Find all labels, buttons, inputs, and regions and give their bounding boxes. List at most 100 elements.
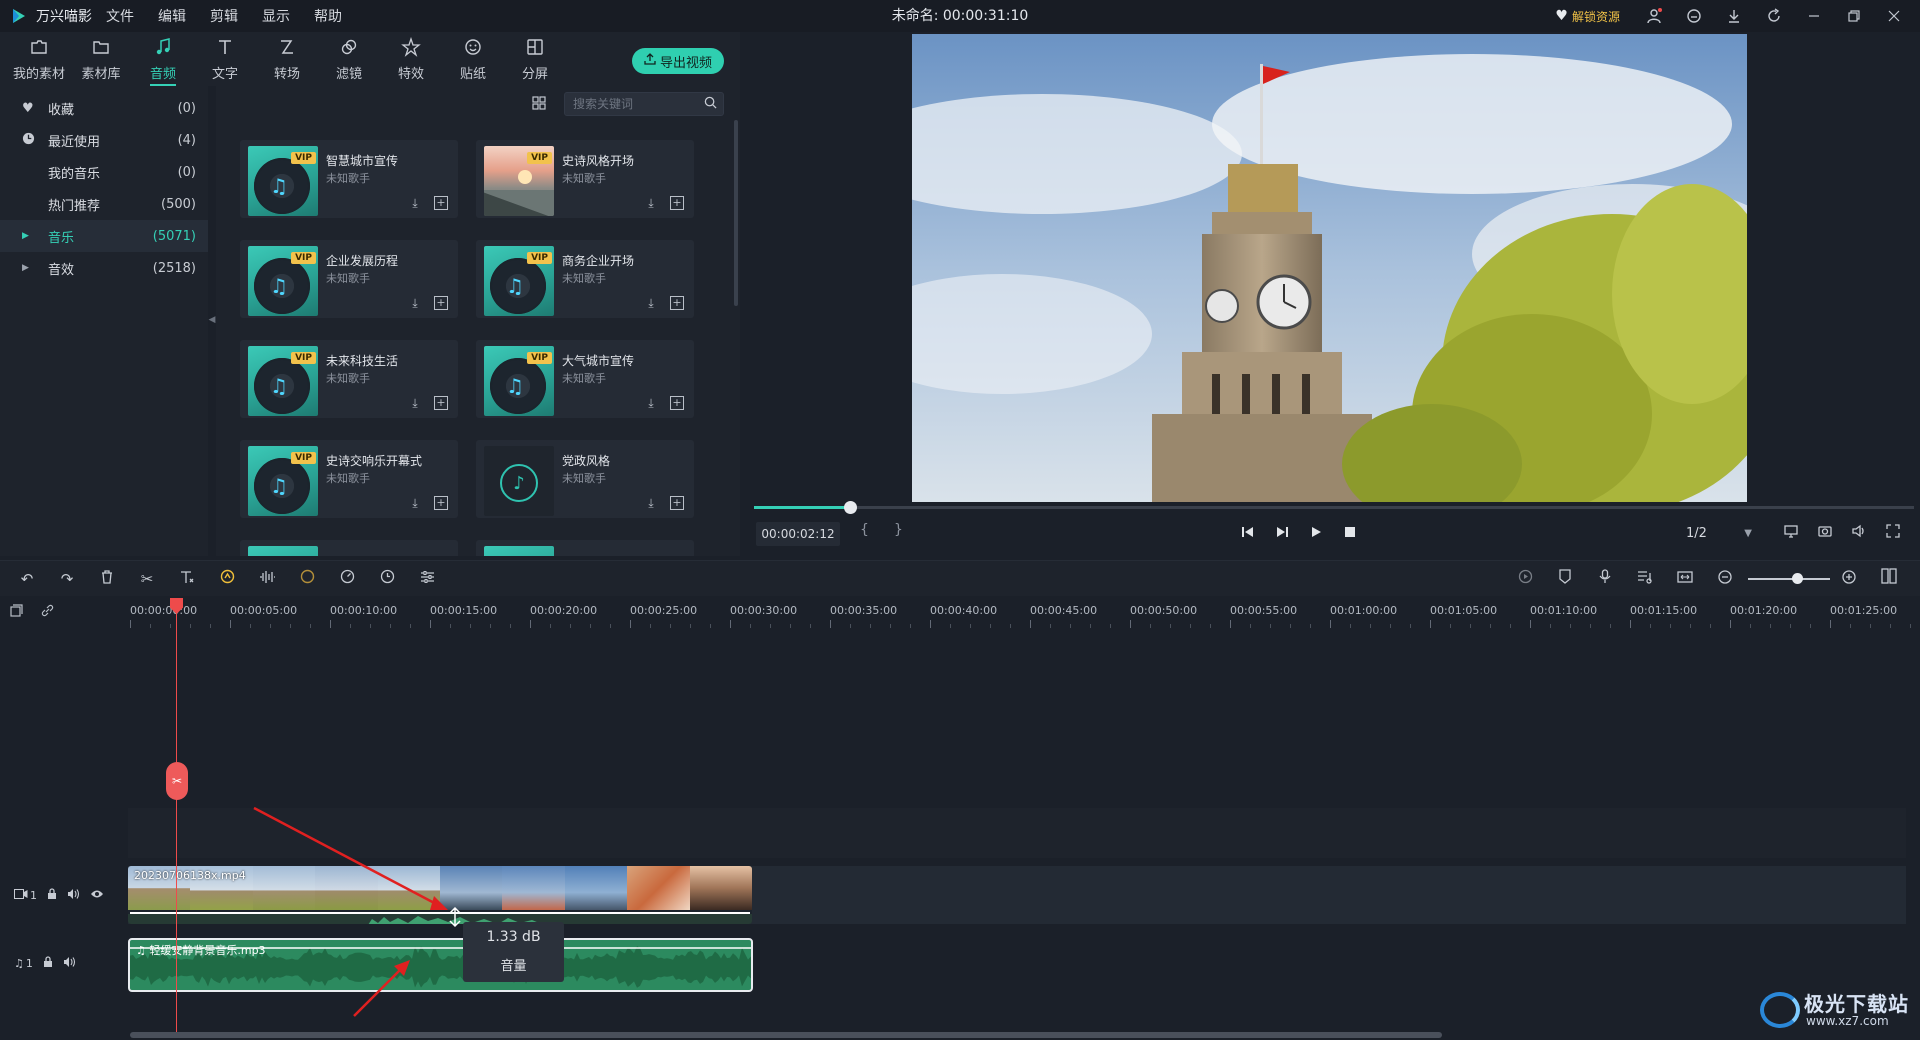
expand-arrow-icon[interactable]: ▶ (22, 231, 48, 241)
undo-icon[interactable]: ↶ (14, 567, 40, 591)
download-icon[interactable]: ⤓ (408, 496, 422, 510)
library-scrollbar[interactable] (734, 120, 738, 306)
category-recent[interactable]: 最近使用 (4) (0, 124, 208, 156)
tab-filter[interactable]: 滤镜 (318, 32, 380, 86)
expand-arrow-icon[interactable]: ▶ (22, 263, 48, 273)
download-icon[interactable]: ⤓ (644, 296, 658, 310)
render-icon[interactable] (1512, 567, 1538, 591)
duration-icon[interactable] (374, 567, 400, 591)
tab-transition[interactable]: 转场 (256, 32, 318, 86)
refresh-icon[interactable] (1756, 0, 1792, 32)
unlock-resources-button[interactable]: ♥ 解锁资源 (1555, 8, 1620, 25)
tab-effects[interactable]: 特效 (380, 32, 442, 86)
panel-layout-icon[interactable] (1876, 567, 1902, 591)
previous-frame-icon[interactable] (1236, 522, 1260, 546)
zoom-in-icon[interactable] (1836, 567, 1862, 591)
timeline-ruler[interactable]: 00:00:00:00 00:00:05:00 00:00:10:00 00:00:1… (0, 598, 1920, 628)
menu-file[interactable]: 文件 (106, 6, 134, 26)
audio-card[interactable]: ♫ VIP 史诗交响乐开幕式 未知歌手 ⤓ + (240, 440, 458, 518)
add-to-timeline-icon[interactable]: + (434, 296, 448, 310)
audio-clip[interactable]: ♫ 轻缓安静背景音乐.mp3 (128, 938, 753, 992)
playback-progress[interactable] (754, 501, 1914, 514)
category-favorites[interactable]: ♥ 收藏 (0) (0, 92, 208, 124)
menu-clip[interactable]: 剪辑 (210, 6, 238, 26)
menu-help[interactable]: 帮助 (314, 6, 342, 26)
delete-icon[interactable] (94, 567, 120, 591)
download-icon[interactable]: ⤓ (644, 496, 658, 510)
add-to-timeline-icon[interactable]: + (434, 396, 448, 410)
restore-icon[interactable] (1836, 0, 1872, 32)
add-track-icon[interactable] (10, 604, 27, 621)
download-icon[interactable]: ⤓ (408, 196, 422, 210)
lock-icon[interactable] (47, 887, 57, 903)
tab-text[interactable]: 文字 (194, 32, 256, 86)
category-my-music[interactable]: 我的音乐 (0) (0, 156, 208, 188)
audio-card[interactable]: ♫ VIP 大气城市宣传 未知歌手 ⤓ + (476, 340, 694, 418)
speed-icon[interactable] (334, 567, 360, 591)
menu-view[interactable]: 显示 (262, 6, 290, 26)
text-tool-icon[interactable] (174, 567, 200, 591)
minimize-icon[interactable] (1796, 0, 1832, 32)
preview-quality-select[interactable]: 1/2 ▼ (1674, 522, 1756, 546)
progress-handle[interactable] (844, 501, 858, 514)
snapshot-icon[interactable] (1812, 522, 1838, 546)
video-clip[interactable]: 20230706138x.mp4 (128, 866, 752, 924)
audio-card[interactable]: ♫ VIP 企业发展历程 未知歌手 ⤓ + (240, 240, 458, 318)
add-to-timeline-icon[interactable]: + (670, 496, 684, 510)
add-to-timeline-icon[interactable]: + (434, 496, 448, 510)
volume-icon[interactable] (1846, 522, 1872, 546)
speed-ramp-icon[interactable] (214, 567, 240, 591)
zoom-out-icon[interactable] (1712, 567, 1738, 591)
next-frame-icon[interactable] (1270, 522, 1294, 546)
audio-card[interactable]: ♪ 党政风格 未知歌手 ⤓ + (476, 440, 694, 518)
tab-library[interactable]: 素材库 (70, 32, 132, 86)
download-icon[interactable]: ⤓ (644, 396, 658, 410)
link-icon[interactable] (41, 604, 54, 621)
download-icon[interactable] (1716, 0, 1752, 32)
add-to-timeline-icon[interactable]: + (670, 396, 684, 410)
export-video-button[interactable]: 导出视频 (632, 48, 724, 74)
audio-wave-icon[interactable] (254, 567, 280, 591)
split-scissors-icon[interactable]: ✂ (166, 762, 188, 800)
audio-card[interactable]: ♫ VIP 商务企业开场 未知歌手 ⤓ + (476, 240, 694, 318)
audio-card-partial[interactable] (476, 540, 694, 556)
tab-sticker[interactable]: 贴纸 (442, 32, 504, 86)
tab-audio[interactable]: 音频 (132, 32, 194, 86)
adjust-icon[interactable] (414, 567, 440, 591)
current-timecode[interactable]: 00:00:02:12 (756, 522, 840, 546)
eye-icon[interactable] (90, 889, 104, 902)
timeline-zoom-slider[interactable] (1748, 578, 1830, 580)
speaker-icon[interactable] (63, 956, 76, 971)
marker-icon[interactable] (1552, 567, 1578, 591)
redo-icon[interactable]: ↷ (54, 567, 80, 591)
close-icon[interactable] (1876, 0, 1912, 32)
play-icon[interactable] (1304, 522, 1328, 546)
audio-card[interactable]: ♫ VIP 智慧城市宣传 未知歌手 ⤓ + (240, 140, 458, 218)
category-hot[interactable]: 热门推荐 (500) (0, 188, 208, 220)
microphone-icon[interactable] (1592, 567, 1618, 591)
fit-timeline-icon[interactable] (1672, 567, 1698, 591)
download-icon[interactable]: ⤓ (644, 196, 658, 210)
add-to-timeline-icon[interactable]: + (670, 196, 684, 210)
zoom-slider-handle[interactable] (1792, 573, 1803, 584)
search-input[interactable] (573, 95, 693, 113)
add-to-timeline-icon[interactable]: + (434, 196, 448, 210)
category-music[interactable]: ▶ 音乐 (5071) (0, 220, 208, 252)
audio-mixer-icon[interactable] (1632, 567, 1658, 591)
stop-icon[interactable] (1338, 522, 1362, 546)
mark-in-button[interactable]: { (860, 522, 869, 538)
category-sound-effects[interactable]: ▶ 音效 (2518) (0, 252, 208, 284)
feedback-icon[interactable] (1676, 0, 1712, 32)
audio-card[interactable]: ♫ VIP 未来科技生活 未知歌手 ⤓ + (240, 340, 458, 418)
download-icon[interactable]: ⤓ (408, 296, 422, 310)
add-to-timeline-icon[interactable]: + (670, 296, 684, 310)
menu-edit[interactable]: 编辑 (158, 6, 186, 26)
grid-view-icon[interactable] (532, 96, 550, 114)
speaker-icon[interactable] (67, 888, 80, 903)
collapse-panel-handle[interactable]: ◀ (208, 300, 216, 340)
fullscreen-icon[interactable] (1880, 522, 1906, 546)
lock-icon[interactable] (43, 955, 53, 971)
tab-split-screen[interactable]: 分屏 (504, 32, 566, 86)
volume-line[interactable] (130, 912, 750, 914)
cut-icon[interactable]: ✂ (134, 567, 160, 591)
